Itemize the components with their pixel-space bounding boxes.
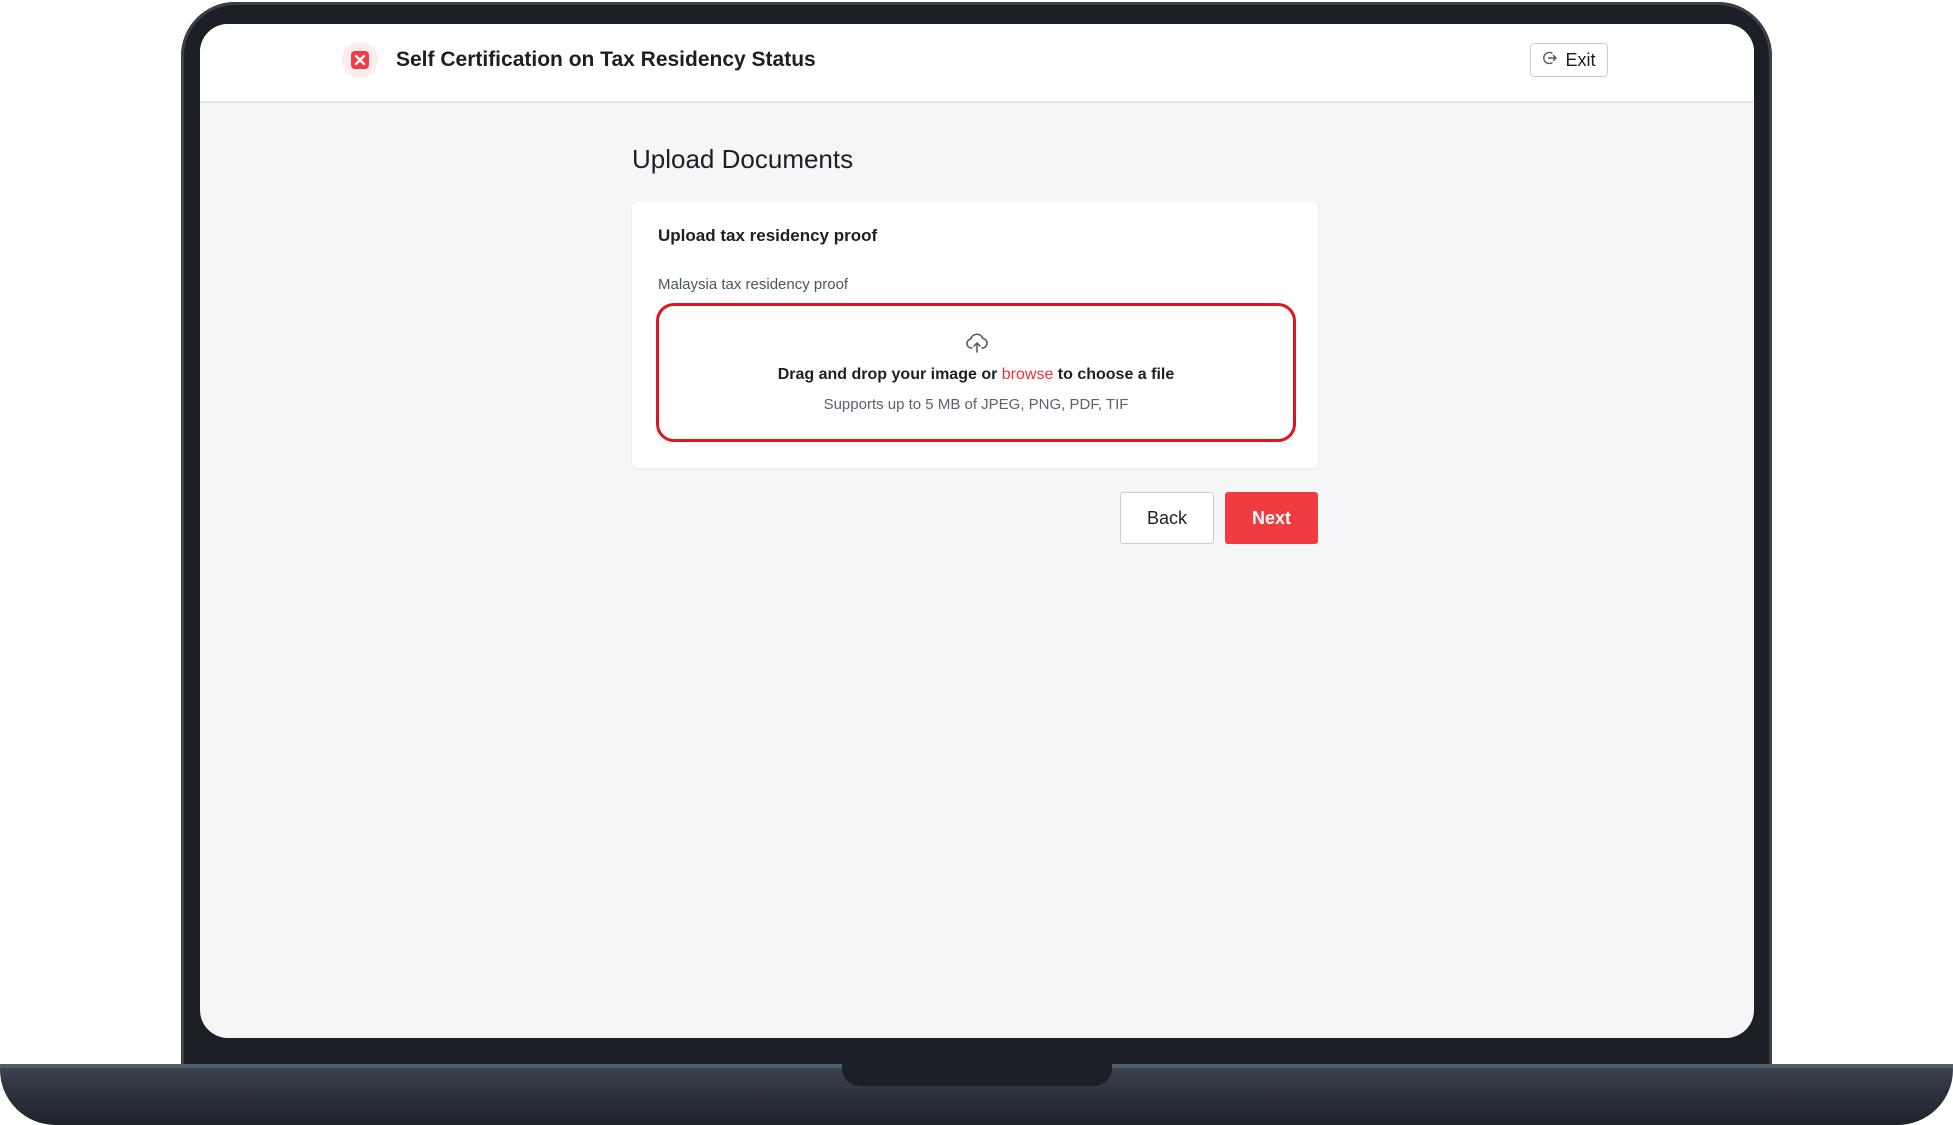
app-header: Self Certification on Tax Residency Stat…: [200, 24, 1754, 103]
app-screen: Self Certification on Tax Residency Stat…: [200, 24, 1754, 1038]
exit-button-label: Exit: [1565, 49, 1596, 70]
app-title: Self Certification on Tax Residency Stat…: [396, 48, 816, 71]
back-button[interactable]: Back: [1120, 492, 1214, 544]
laptop-notch: [842, 1064, 1112, 1086]
brand-logo-icon: [342, 42, 378, 78]
field-label: Malaysia tax residency proof: [658, 276, 849, 293]
exit-icon: [1542, 50, 1558, 71]
next-button[interactable]: Next: [1225, 492, 1318, 544]
dropzone-instructions: Drag and drop your image or browse to ch…: [659, 366, 1293, 384]
file-dropzone[interactable]: Drag and drop your image or browse to ch…: [656, 303, 1296, 442]
laptop-mockup: Self Certification on Tax Residency Stat…: [0, 0, 1953, 1125]
dropzone-text-after: to choose a file: [1053, 366, 1175, 383]
cloud-upload-icon: [965, 332, 989, 354]
dropzone-hint: Supports up to 5 MB of JPEG, PNG, PDF, T…: [823, 396, 1129, 413]
browse-link[interactable]: browse: [1002, 366, 1054, 383]
dropzone-text-before: Drag and drop your image or: [777, 366, 1002, 383]
page-title: Upload Documents: [632, 144, 854, 174]
upload-card: Upload tax residency proof Malaysia tax …: [632, 202, 1318, 468]
exit-button[interactable]: Exit: [1530, 43, 1608, 77]
card-title: Upload tax residency proof: [658, 226, 878, 245]
